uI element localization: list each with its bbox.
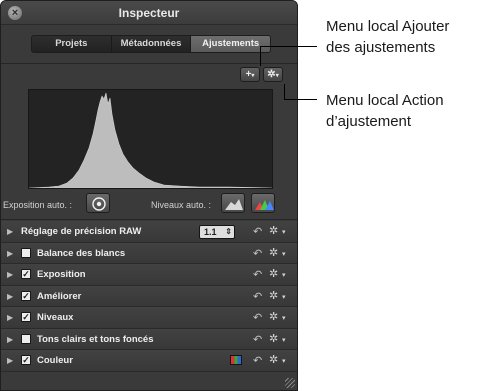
histogram-curve bbox=[29, 92, 272, 188]
disclosure-arrow-icon[interactable]: ▶ bbox=[7, 292, 13, 301]
reset-icon[interactable]: ↶ bbox=[253, 225, 262, 238]
chevron-down-icon: ▾ bbox=[282, 358, 286, 365]
gear-icon[interactable]: ✲ bbox=[269, 224, 278, 237]
adjustment-row-highlights-shadows[interactable]: ▶ Tons clairs et tons foncés ↶ ✲ ▾ bbox=[1, 328, 297, 350]
chevron-down-icon: ▾ bbox=[275, 73, 279, 79]
chevron-down-icon: ▾ bbox=[282, 229, 286, 236]
callout-line2: d’ajustement bbox=[326, 113, 412, 130]
chevron-down-icon: ▾ bbox=[282, 315, 286, 322]
divider bbox=[1, 219, 297, 220]
gear-icon[interactable]: ✲ bbox=[269, 246, 278, 259]
adjustment-list: ▶ Réglage de précision RAW 1.1 ⇕ ↶ ✲ ▾ ▶… bbox=[1, 221, 297, 372]
title-bar: × Inspecteur bbox=[1, 1, 297, 25]
tab-metadonnees[interactable]: Métadonnées bbox=[112, 36, 192, 52]
adjustment-row-white-balance[interactable]: ▶ Balance des blancs ↶ ✲ ▾ bbox=[1, 242, 297, 264]
gear-icon[interactable]: ✲ bbox=[269, 353, 278, 366]
adjustment-label: Balance des blancs bbox=[37, 247, 126, 259]
add-adjustment-button[interactable]: +▾ bbox=[240, 67, 260, 82]
callout-line1: Menu local Ajouter bbox=[326, 18, 450, 35]
adjustment-checkbox[interactable]: ✓ bbox=[21, 312, 31, 322]
histogram-graph bbox=[29, 92, 272, 188]
callout-line1: Menu local Action bbox=[326, 92, 444, 109]
auto-exposure-label: Exposition auto. : bbox=[3, 200, 73, 210]
adjustment-row-levels[interactable]: ▶ ✓ Niveaux ↶ ✲ ▾ bbox=[1, 307, 297, 329]
adjustment-row-color[interactable]: ▶ ✓ Couleur ↶ ✲ ▾ bbox=[1, 350, 297, 372]
adjustment-row-enhance[interactable]: ▶ ✓ Améliorer ↶ ✲ ▾ bbox=[1, 285, 297, 307]
callout-line bbox=[260, 46, 261, 66]
reset-icon[interactable]: ↶ bbox=[253, 290, 262, 303]
adjustment-label: Améliorer bbox=[37, 290, 82, 302]
chevron-down-icon: ▾ bbox=[282, 293, 286, 301]
raw-version-select[interactable]: 1.1 ⇕ bbox=[199, 225, 235, 239]
tab-bar: Projets Métadonnées Ajustements bbox=[31, 35, 271, 53]
disclosure-arrow-icon[interactable]: ▶ bbox=[7, 270, 13, 279]
disclosure-arrow-icon[interactable]: ▶ bbox=[7, 249, 13, 258]
gear-icon[interactable]: ✲ bbox=[269, 267, 278, 280]
raw-version-value: 1.1 bbox=[204, 227, 217, 237]
adjustment-action-button[interactable]: ✲▾ bbox=[263, 67, 283, 82]
callout-add-adjustments: Menu local Ajouter des ajustements bbox=[326, 16, 449, 58]
aperture-icon bbox=[92, 197, 106, 211]
reset-icon[interactable]: ↶ bbox=[253, 354, 262, 367]
reset-icon[interactable]: ↶ bbox=[253, 247, 262, 260]
resize-grip-icon[interactable] bbox=[285, 378, 295, 388]
auto-levels-label: Niveaux auto. : bbox=[151, 200, 212, 210]
adjustment-label: Tons clairs et tons foncés bbox=[37, 333, 154, 345]
disclosure-arrow-icon[interactable]: ▶ bbox=[7, 227, 13, 236]
callout-line2: des ajustements bbox=[326, 39, 436, 56]
gear-icon[interactable]: ✲ bbox=[269, 289, 278, 302]
reset-icon[interactable]: ↶ bbox=[253, 268, 262, 281]
chevron-down-icon: ▾ bbox=[282, 336, 286, 344]
disclosure-arrow-icon[interactable]: ▶ bbox=[7, 356, 13, 365]
adjustment-checkbox[interactable]: ✓ bbox=[21, 355, 31, 365]
chevron-down-icon: ▾ bbox=[251, 73, 255, 79]
chevron-down-icon: ▾ bbox=[282, 272, 286, 279]
stepper-icon: ⇕ bbox=[225, 227, 232, 236]
chevron-down-icon: ▾ bbox=[282, 250, 286, 258]
auto-exposure-button[interactable] bbox=[86, 193, 110, 213]
adjustment-label: Couleur bbox=[37, 355, 73, 366]
adjustment-label: Réglage de précision RAW bbox=[21, 226, 142, 237]
adjustment-checkbox[interactable] bbox=[21, 247, 31, 258]
reset-icon[interactable]: ↶ bbox=[253, 311, 262, 324]
tab-projets[interactable]: Projets bbox=[32, 36, 112, 52]
callout-line bbox=[260, 46, 317, 47]
inspector-panel: × Inspecteur Projets Métadonnées Ajustem… bbox=[0, 0, 298, 391]
adjustment-label: Niveaux bbox=[37, 312, 74, 323]
reset-icon[interactable]: ↶ bbox=[253, 333, 262, 346]
gear-icon[interactable]: ✲ bbox=[269, 310, 278, 323]
window-title: Inspecteur bbox=[118, 6, 180, 20]
disclosure-arrow-icon[interactable]: ▶ bbox=[7, 313, 13, 322]
adjustment-row-raw[interactable]: ▶ Réglage de précision RAW 1.1 ⇕ ↶ ✲ ▾ bbox=[1, 221, 297, 243]
gear-icon[interactable]: ✲ bbox=[269, 332, 278, 345]
histogram bbox=[28, 89, 273, 189]
callout-line bbox=[284, 99, 317, 100]
adjustment-checkbox[interactable] bbox=[21, 333, 31, 344]
levels-mono-icon bbox=[225, 199, 243, 210]
adjustment-checkbox[interactable]: ✓ bbox=[21, 290, 31, 301]
callout-line bbox=[284, 84, 285, 99]
adjustment-checkbox[interactable]: ✓ bbox=[21, 269, 31, 279]
gear-icon: ✲ bbox=[267, 69, 276, 80]
divider bbox=[1, 63, 297, 64]
levels-rgb-icon bbox=[255, 200, 274, 210]
adjustment-row-exposure[interactable]: ▶ ✓ Exposition ↶ ✲ ▾ bbox=[1, 264, 297, 286]
disclosure-arrow-icon[interactable]: ▶ bbox=[7, 335, 13, 344]
auto-levels-rgb-button[interactable] bbox=[251, 193, 275, 213]
callout-adjustment-action: Menu local Action d’ajustement bbox=[326, 90, 444, 132]
color-view-icon[interactable] bbox=[230, 355, 242, 365]
auto-controls-row: Exposition auto. : Niveaux auto. : bbox=[1, 191, 297, 219]
adjustment-label: Exposition bbox=[37, 269, 86, 280]
tab-ajustements[interactable]: Ajustements bbox=[191, 36, 270, 52]
auto-levels-luminance-button[interactable] bbox=[221, 193, 245, 213]
